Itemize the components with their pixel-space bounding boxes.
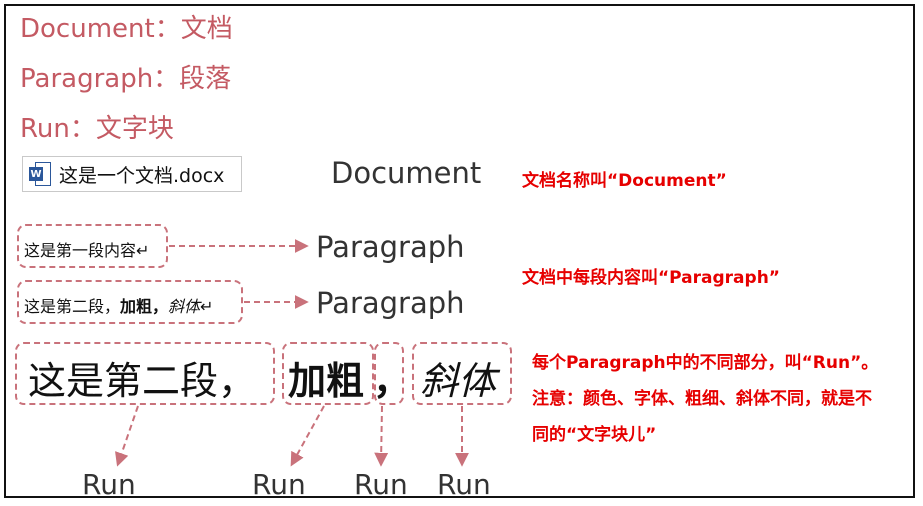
diagram-frame: Document：文档 Paragraph：段落 Run：文字块 W 这是一个文… [4,4,915,498]
arrow-run-3 [374,405,389,467]
watermark-csdn: CSDN @游戏安全实验室 [726,487,883,498]
arrow-run-2 [290,405,325,467]
arrow-run-1 [115,405,139,467]
connector-arrows [115,239,469,467]
